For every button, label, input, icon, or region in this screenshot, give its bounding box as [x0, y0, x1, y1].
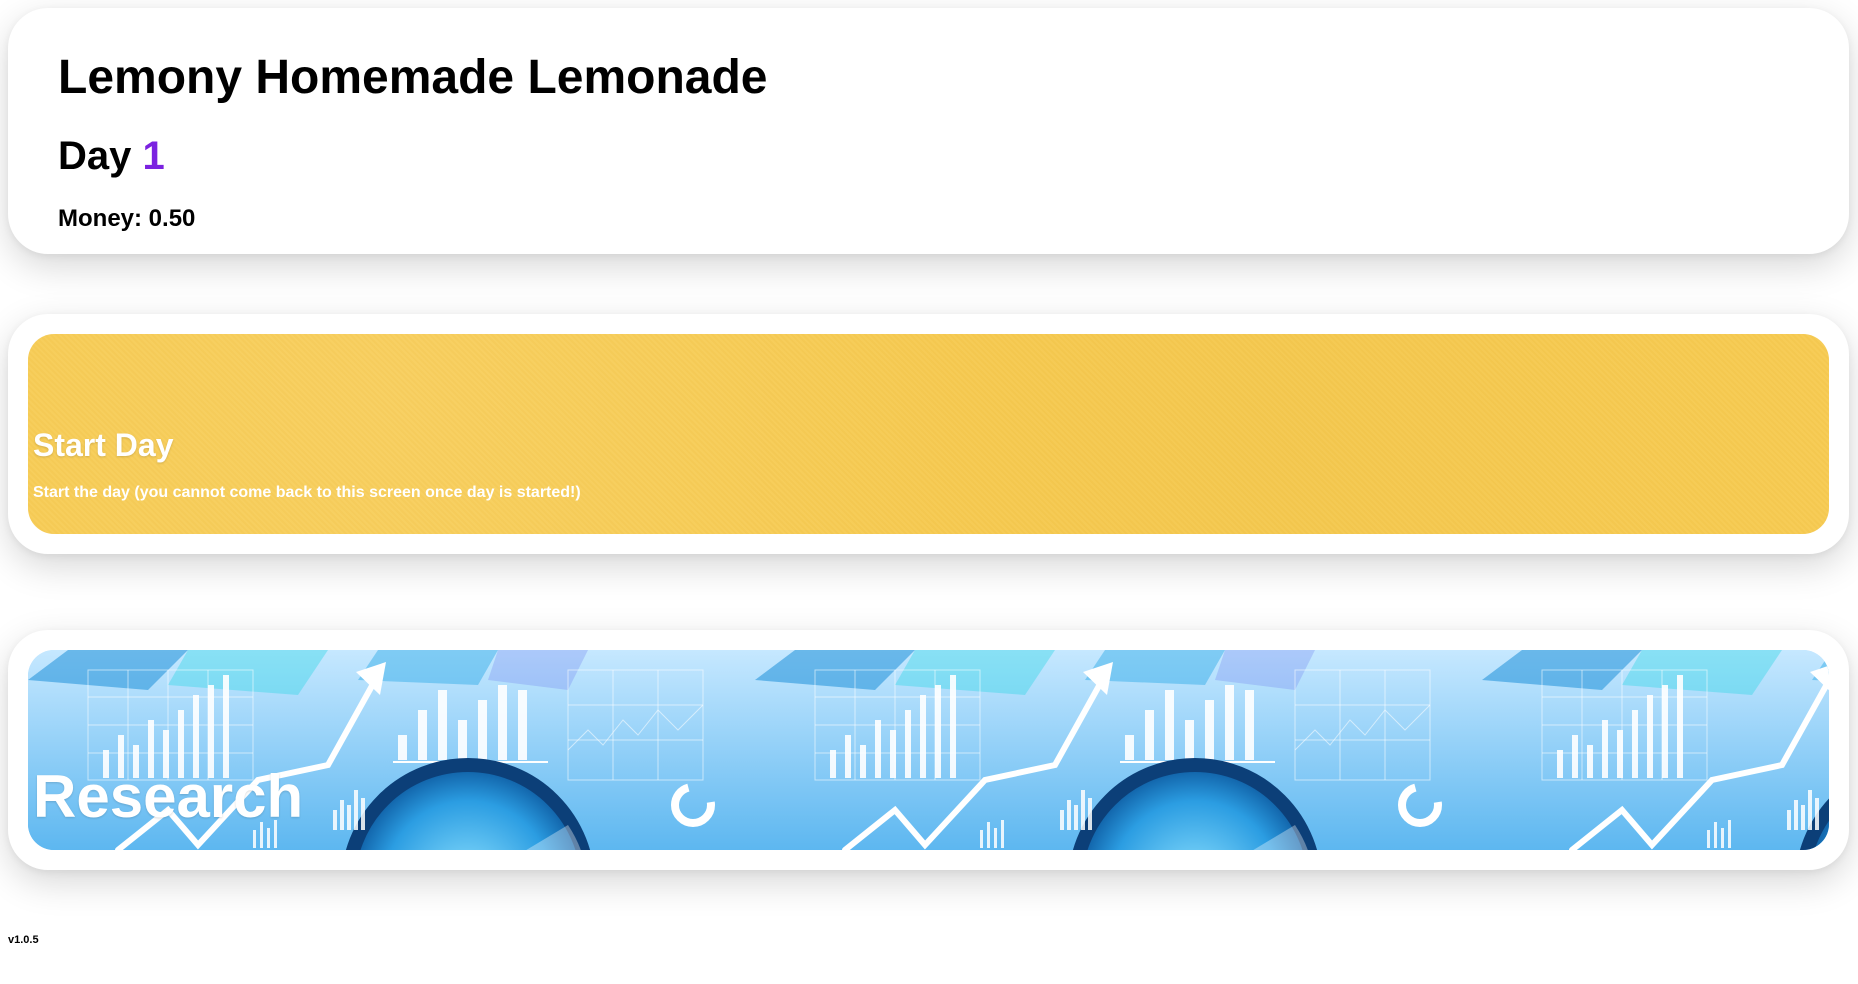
day-heading: Day 1: [58, 130, 1799, 182]
start-day-card: Start Day Start the day (you cannot come…: [8, 314, 1849, 554]
research-button[interactable]: Research: [28, 650, 1829, 850]
money-label: Money:: [58, 205, 142, 232]
research-title: Research: [33, 763, 304, 830]
money-value: 0.50: [148, 205, 196, 232]
game-header-card: Lemony Homemade Lemonade Day 1 Money: 0.…: [8, 8, 1849, 254]
game-title: Lemony Homemade Lemonade: [58, 51, 768, 104]
start-day-description: Start the day (you cannot come back to t…: [33, 484, 581, 501]
money-display: Money: 0.50: [58, 204, 1799, 234]
start-day-button[interactable]: Start Day Start the day (you cannot come…: [28, 334, 1829, 534]
day-label: Day: [58, 134, 132, 178]
day-number: 1: [142, 134, 165, 178]
start-day-title: Start Day: [33, 427, 174, 463]
research-card: Research: [8, 630, 1849, 870]
version-label: v1.0.5: [8, 934, 39, 946]
